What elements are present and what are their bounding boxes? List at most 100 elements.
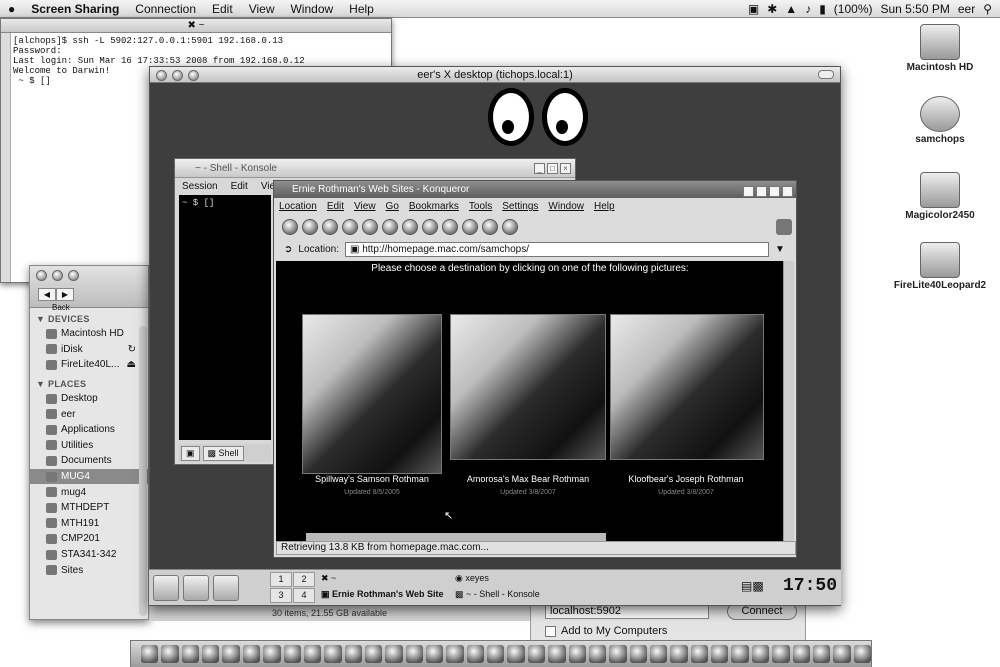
konsole-menu-session[interactable]: Session [182,178,218,195]
konq-menu-go[interactable]: Go [386,198,399,215]
dock-app-icon[interactable] [527,645,546,663]
menu-view[interactable]: View [241,2,283,16]
desktop-icon-macintosh-hd[interactable]: Macintosh HD [895,24,985,73]
sidebar-item-mug4[interactable]: mug4 [30,484,148,500]
dock-app-icon[interactable] [141,645,159,663]
xterm-scrollbar[interactable] [1,33,11,282]
dock-app-icon[interactable] [487,645,505,663]
dock-app-icon[interactable] [344,645,362,663]
dock-app-icon[interactable] [568,645,586,663]
dog-photo-max-bear[interactable] [450,314,606,460]
dock-app-icon[interactable] [385,645,403,663]
sidebar-item-desktop[interactable]: Desktop [30,391,148,407]
forward-icon[interactable] [302,219,318,235]
pager-desktop-3[interactable]: 3 [270,588,292,603]
sidebar-item-macintosh-hd[interactable]: Macintosh HD [30,326,148,342]
download-icon[interactable] [502,219,518,235]
sidebar-item-eer[interactable]: eer [30,406,148,422]
volume-icon[interactable]: ♪ [805,2,811,16]
tab-shell[interactable]: ▩ Shell [202,445,244,461]
minimize-button[interactable] [172,70,183,81]
menu-edit[interactable]: Edit [204,2,241,16]
konq-menu-settings[interactable]: Settings [502,198,538,215]
dock-app-icon[interactable] [731,645,749,663]
sync-icon[interactable]: ↻ [128,344,136,355]
x-desktop-titlebar[interactable]: eer's X desktop (tichops.local:1) [150,67,840,83]
lock-icon[interactable]: ▣ [748,2,759,16]
dock-app-icon[interactable] [751,645,770,663]
pager-desktop-1[interactable]: 1 [270,572,292,587]
minimize-icon[interactable]: _ [756,186,767,197]
minimize-button[interactable] [52,270,63,281]
dock-app-icon[interactable] [364,645,383,663]
reload-icon[interactable] [362,219,378,235]
spotlight-icon[interactable]: ⚲ [983,2,992,16]
toolbar-toggle-button[interactable] [818,70,834,79]
finder-window[interactable]: ◀ ▶ Back ▼ DEVICES Macintosh HD iDisk ↻ F… [29,265,149,620]
dog-photo-joseph[interactable] [610,314,764,460]
dock-app-icon[interactable] [548,645,566,663]
sidebar-item-mthdept[interactable]: MTHDEPT [30,500,148,516]
bluetooth-icon[interactable]: ✱ [767,2,777,16]
zoom-in-icon[interactable] [442,219,458,235]
menu-help[interactable]: Help [341,2,382,16]
forward-arrow-icon[interactable]: ▶ [56,288,74,301]
print-icon[interactable] [402,219,418,235]
task-konqueror[interactable]: ▣ Ernie Rothman's Web Site [321,589,444,600]
url-dropdown-icon[interactable]: ▼ [775,244,785,255]
dock-app-icon[interactable] [202,645,220,663]
close-button[interactable] [156,70,167,81]
dock-app-icon[interactable] [690,645,709,663]
close-button[interactable] [36,270,47,281]
add-to-computers-checkbox[interactable]: Add to My Computers [545,625,667,637]
dock-app-icon[interactable] [649,645,668,663]
dock-app-icon[interactable] [263,645,281,663]
sidebar-item-utilities[interactable]: Utilities [30,438,148,454]
sidebar-item-mug4-selected[interactable]: MUG4 [30,468,148,485]
dock-app-icon[interactable] [609,645,627,663]
dock-app-icon[interactable] [405,645,424,663]
sidebar-item-cmp201[interactable]: CMP201 [30,531,148,547]
konq-menu-edit[interactable]: Edit [327,198,344,215]
konsole-titlebar[interactable]: ~ - Shell - Konsole _ □ × [175,159,575,178]
sidebar-item-sites[interactable]: Sites [30,562,148,578]
back-icon[interactable] [282,219,298,235]
eject-icon[interactable]: ⏏ [127,359,136,370]
maximize-icon[interactable]: □ [547,163,558,174]
help-icon[interactable]: ? [743,186,754,197]
dock-app-icon[interactable] [161,645,179,663]
dock-app-icon[interactable] [466,645,485,663]
kde-clock[interactable]: 17:50 [783,576,837,596]
security-icon[interactable] [482,219,498,235]
close-icon[interactable]: × [782,186,793,197]
desktop-icon-firelite[interactable]: FireLite40Leopard2 [885,242,995,291]
zoom-button[interactable] [188,70,199,81]
konqueror-launcher-icon[interactable] [213,574,239,601]
konq-menu-tools[interactable]: Tools [469,198,492,215]
page-scrollbar[interactable] [783,261,794,541]
task-xterm[interactable]: ✖ ~ [321,573,336,584]
wifi-icon[interactable]: ▲ [785,2,797,16]
desktop-icon-samchops[interactable]: samchops [895,96,985,145]
maximize-icon[interactable]: □ [769,186,780,197]
dog-photo-samson[interactable] [302,314,442,474]
dog-name-joseph[interactable]: Kloofbear's Joseph Rothman [606,474,766,484]
clear-location-icon[interactable]: ➲ [284,244,292,255]
dock-app-icon[interactable] [283,645,301,663]
sidebar-item-mth191[interactable]: MTH191 [30,516,148,532]
konsole-menu-edit[interactable]: Edit [231,178,248,195]
dock-app-icon[interactable] [670,645,688,663]
menubar-user[interactable]: eer [958,2,975,16]
minimize-icon[interactable]: _ [534,163,545,174]
konq-menu-bookmarks[interactable]: Bookmarks [409,198,459,215]
xterm-titlebar[interactable]: ✖ ~ [1,19,391,33]
pager-desktop-2[interactable]: 2 [293,572,315,587]
stop-icon[interactable] [382,219,398,235]
back-arrow-icon[interactable]: ◀ [38,288,56,301]
apple-menu-icon[interactable]: ● [0,2,23,16]
task-konsole[interactable]: ▩ ~ - Shell - Konsole [455,589,540,600]
dog-name-max-bear[interactable]: Amorosa's Max Bear Rothman [448,474,608,484]
konqueror-window[interactable]: Ernie Rothman's Web Sites - Konqueror ? _… [273,180,797,558]
dock-app-icon[interactable] [507,645,525,663]
menubar-clock[interactable]: Sun 5:50 PM [880,2,949,16]
